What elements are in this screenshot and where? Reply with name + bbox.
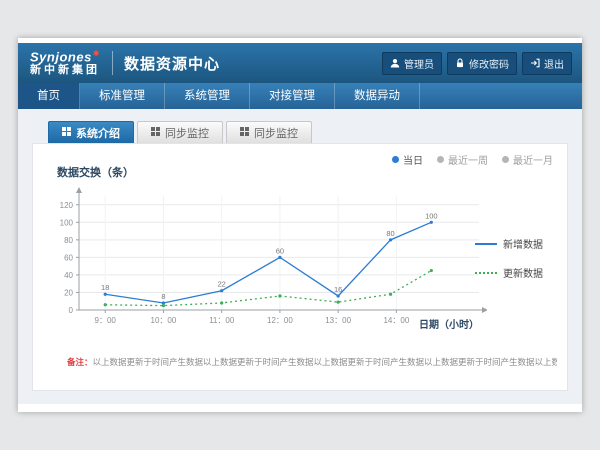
svg-text:18: 18 (101, 283, 109, 292)
tab-bar: 系统介绍 同步监控 同步监控 (48, 121, 568, 143)
logo-wordmark: Synjones (30, 49, 92, 64)
tab-sync-monitor-2[interactable]: 同步监控 (226, 121, 312, 143)
nav-item-integration-mgmt[interactable]: 对接管理 (250, 83, 335, 109)
tab-label: 同步监控 (165, 125, 209, 141)
app-header: Synjones✱ 新中新集团 数据资源中心 管理员 修改密码 退出 (18, 43, 582, 83)
nav-item-home[interactable]: 首页 (18, 83, 80, 109)
tab-label: 系统介绍 (76, 125, 120, 141)
header-divider (112, 51, 113, 75)
svg-text:14：00: 14：00 (383, 316, 409, 325)
dot-icon (502, 156, 509, 163)
blue-line-icon (475, 243, 497, 245)
filter-today[interactable]: 当日 (392, 152, 423, 167)
filter-label: 当日 (403, 152, 423, 167)
dot-icon (392, 156, 399, 163)
svg-text:120: 120 (60, 201, 74, 210)
tab-label: 同步监控 (254, 125, 298, 141)
company-logo: Synjones✱ 新中新集团 (30, 50, 100, 77)
svg-text:9：00: 9：00 (95, 316, 117, 325)
page-title: 数据资源中心 (124, 53, 220, 74)
tab-system-intro[interactable]: 系统介绍 (48, 121, 134, 143)
note-text: 以上数据更新于时间产生数据以上数据更新于时间产生数据以上数据更新于时间产生数据以… (93, 357, 557, 367)
chart-panel: 当日 最近一周 最近一月 数据交换（条） 0 20 40 60 80 100 120 9：00… (32, 143, 568, 391)
svg-text:22: 22 (218, 280, 226, 289)
filter-label: 最近一周 (448, 152, 488, 167)
content-area: 系统介绍 同步监控 同步监控 当日 最近一周 (18, 109, 582, 404)
filter-last-month[interactable]: 最近一月 (502, 152, 553, 167)
footnote: 备注：以上数据更新于时间产生数据以上数据更新于时间产生数据以上数据更新于时间产生… (67, 356, 557, 368)
svg-text:10：00: 10：00 (151, 316, 177, 325)
logo-mark-icon: ✱ (93, 49, 100, 58)
svg-text:80: 80 (64, 236, 73, 245)
change-password-button[interactable]: 修改密码 (447, 52, 517, 75)
nav-item-system-mgmt[interactable]: 系统管理 (165, 83, 250, 109)
svg-text:40: 40 (64, 271, 73, 280)
change-password-label: 修改密码 (469, 56, 509, 71)
series-legend: 新增数据 更新数据 (475, 236, 559, 280)
y-axis-title: 数据交换（条） (57, 164, 134, 180)
line-chart: 0 20 40 60 80 100 120 9：00 10：00 11：00 12：00 13：00 1… (47, 184, 487, 334)
tab-sync-monitor-1[interactable]: 同步监控 (137, 121, 223, 143)
admin-button[interactable]: 管理员 (382, 52, 442, 75)
svg-text:16: 16 (334, 285, 342, 294)
svg-text:80: 80 (386, 229, 394, 238)
svg-text:13：00: 13：00 (325, 316, 351, 325)
user-icon (390, 58, 400, 68)
app-window: Synjones✱ 新中新集团 数据资源中心 管理员 修改密码 退出 首页 标准… (18, 38, 582, 412)
logout-label: 退出 (544, 56, 564, 71)
logo-subtext: 新中新集团 (30, 64, 100, 76)
filter-last-week[interactable]: 最近一周 (437, 152, 488, 167)
legend-updated-data[interactable]: 更新数据 (475, 265, 559, 280)
time-filter-legend: 当日 最近一周 最近一月 (392, 152, 553, 167)
grid-icon (240, 127, 249, 139)
svg-text:0: 0 (69, 306, 74, 315)
dot-icon (437, 156, 444, 163)
logo-text: Synjones✱ (30, 50, 100, 65)
main-nav: 首页 标准管理 系统管理 对接管理 数据异动 (18, 83, 582, 109)
series-label: 更新数据 (503, 265, 543, 280)
nav-item-standard-mgmt[interactable]: 标准管理 (80, 83, 165, 109)
legend-new-data[interactable]: 新增数据 (475, 236, 559, 251)
filter-label: 最近一月 (513, 152, 553, 167)
header-actions: 管理员 修改密码 退出 (382, 52, 572, 75)
svg-text:11：00: 11：00 (209, 316, 235, 325)
svg-text:12：00: 12：00 (267, 316, 293, 325)
green-dotted-line-icon (475, 272, 497, 274)
x-axis-title: 日期（小时） (419, 316, 479, 331)
svg-text:20: 20 (64, 288, 73, 297)
nav-item-data-changes[interactable]: 数据异动 (335, 83, 420, 109)
admin-button-label: 管理员 (404, 56, 434, 71)
svg-text:100: 100 (60, 218, 74, 227)
logout-button[interactable]: 退出 (522, 52, 572, 75)
series-label: 新增数据 (503, 236, 543, 251)
logout-icon (530, 58, 540, 68)
svg-text:60: 60 (64, 253, 73, 262)
svg-text:60: 60 (276, 246, 284, 255)
grid-icon (151, 127, 160, 139)
note-label: 备注： (67, 357, 93, 367)
grid-icon (62, 127, 71, 139)
svg-text:8: 8 (161, 292, 165, 301)
svg-text:100: 100 (425, 211, 438, 220)
lock-icon (455, 58, 465, 68)
